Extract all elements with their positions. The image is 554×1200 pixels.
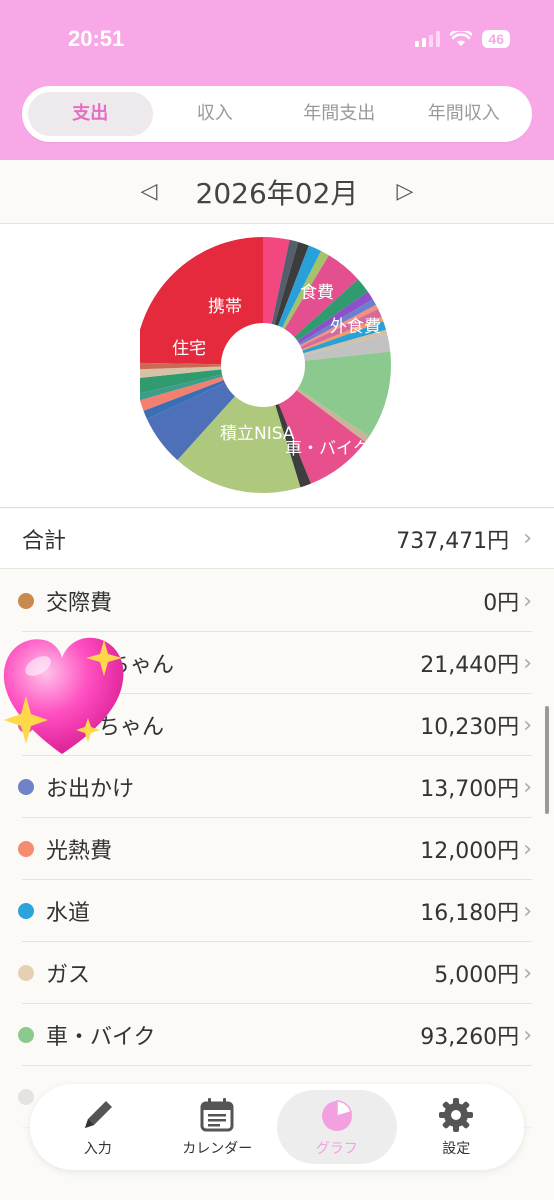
category-name: ガス xyxy=(46,963,91,988)
pie-label: 外食費 xyxy=(330,317,381,337)
calendar-icon xyxy=(200,1098,234,1132)
month-navigator: ◁ 2026年02月 ▷ xyxy=(0,160,554,224)
wifi-icon xyxy=(450,31,473,46)
nav-calendar[interactable]: カレンダー xyxy=(158,1090,278,1164)
category-amount: 10,230円 xyxy=(420,715,520,740)
signal-icon xyxy=(415,31,441,47)
battery-indicator: 46 xyxy=(482,30,510,48)
status-time: 20:51 xyxy=(68,26,125,51)
category-name: 水道 xyxy=(46,901,91,926)
category-amount: 5,000円 xyxy=(434,963,520,988)
chevron-right-icon: › xyxy=(523,836,532,862)
category-name: 交際費 xyxy=(46,591,113,616)
chevron-right-icon: › xyxy=(523,1022,532,1048)
chevron-right-icon: › xyxy=(523,588,532,614)
chevron-right-icon: › xyxy=(523,774,532,800)
category-amount: 16,180円 xyxy=(420,901,520,926)
list-item[interactable]: 水道 16,180円 › xyxy=(0,880,554,942)
tab-annual-income[interactable]: 年間収入 xyxy=(402,92,527,136)
pie-label: 積立NISA xyxy=(220,424,295,444)
category-color-dot xyxy=(18,593,34,609)
nav-input[interactable]: 入力 xyxy=(38,1090,158,1164)
pie-chart[interactable]: 食費外食費車・バイク積立NISA 住宅 携帯 xyxy=(140,234,414,498)
category-color-dot xyxy=(18,1089,34,1105)
category-name: 光熱費 xyxy=(46,839,113,864)
category-name: 車・バイク xyxy=(46,1025,156,1050)
tab-annual-expense[interactable]: 年間支出 xyxy=(277,92,402,136)
pie-label: 車・バイク xyxy=(285,439,370,459)
tab-income[interactable]: 収入 xyxy=(153,92,278,136)
chevron-right-icon: › xyxy=(523,526,532,551)
nav-settings[interactable]: 設定 xyxy=(397,1090,517,1164)
month-label: 2026年02月 xyxy=(195,176,359,210)
total-row[interactable]: 合計 737,471円 › xyxy=(0,509,554,569)
total-value: 737,471円 xyxy=(396,528,510,554)
list-item[interactable]: 光熱費 12,000円 › xyxy=(0,818,554,880)
list-item[interactable]: 車・バイク 93,260円 › xyxy=(0,1004,554,1066)
category-color-dot xyxy=(18,965,34,981)
nav-graph-label: グラフ xyxy=(315,1141,358,1157)
pie-chart-icon xyxy=(321,1100,352,1131)
category-color-dot xyxy=(18,903,34,919)
nav-settings-label: 設定 xyxy=(442,1141,471,1157)
nav-graph[interactable]: グラフ xyxy=(277,1090,397,1164)
heart-sticker xyxy=(3,637,124,754)
pie-label: 住宅 xyxy=(172,339,206,359)
chevron-right-icon: › xyxy=(523,960,532,986)
nav-calendar-label: カレンダー xyxy=(182,1141,253,1157)
nav-input-label: 入力 xyxy=(83,1141,112,1157)
chevron-right-icon: › xyxy=(523,650,532,676)
header: 20:51 46 支出 収入 年間支出 年間収入 xyxy=(0,0,554,160)
list-item[interactable]: 交際費 0円 › xyxy=(0,570,554,632)
pie-chart-area[interactable]: 食費外食費車・バイク 積立NISA 住宅 携帯 xyxy=(0,224,554,508)
gear-icon xyxy=(439,1098,474,1132)
pie-label: 食費 xyxy=(300,283,334,303)
status-bar: 20:51 46 xyxy=(0,0,554,80)
bottom-nav: 入力 カレンダー グラフ 設定 xyxy=(30,1084,524,1170)
category-amount: 21,440円 xyxy=(420,653,520,678)
category-color-dot xyxy=(18,1027,34,1043)
pencil-icon xyxy=(84,1101,112,1128)
pie-label: 携帯 xyxy=(208,297,242,317)
category-color-dot xyxy=(18,779,34,795)
chevron-right-icon: › xyxy=(523,898,532,924)
tab-expense[interactable]: 支出 xyxy=(28,92,153,136)
list-item[interactable]: ガス 5,000円 › xyxy=(0,942,554,1004)
scrollbar[interactable] xyxy=(545,706,549,814)
list-item[interactable]: お出かけ 13,700円 › xyxy=(0,756,554,818)
status-icons: 46 xyxy=(415,30,510,48)
category-color-dot xyxy=(18,841,34,857)
category-amount: 13,700円 xyxy=(420,777,520,802)
category-amount: 93,260円 xyxy=(420,1025,520,1050)
next-month-button[interactable]: ▷ xyxy=(396,179,413,204)
category-amount: 12,000円 xyxy=(420,839,520,864)
prev-month-button[interactable]: ◁ xyxy=(141,179,158,204)
segment-tabs: 支出 収入 年間支出 年間収入 xyxy=(22,86,532,142)
chevron-right-icon: › xyxy=(523,712,532,738)
category-amount: 0円 xyxy=(483,591,520,616)
category-name: お出かけ xyxy=(46,777,135,802)
total-label: 合計 xyxy=(22,528,67,554)
